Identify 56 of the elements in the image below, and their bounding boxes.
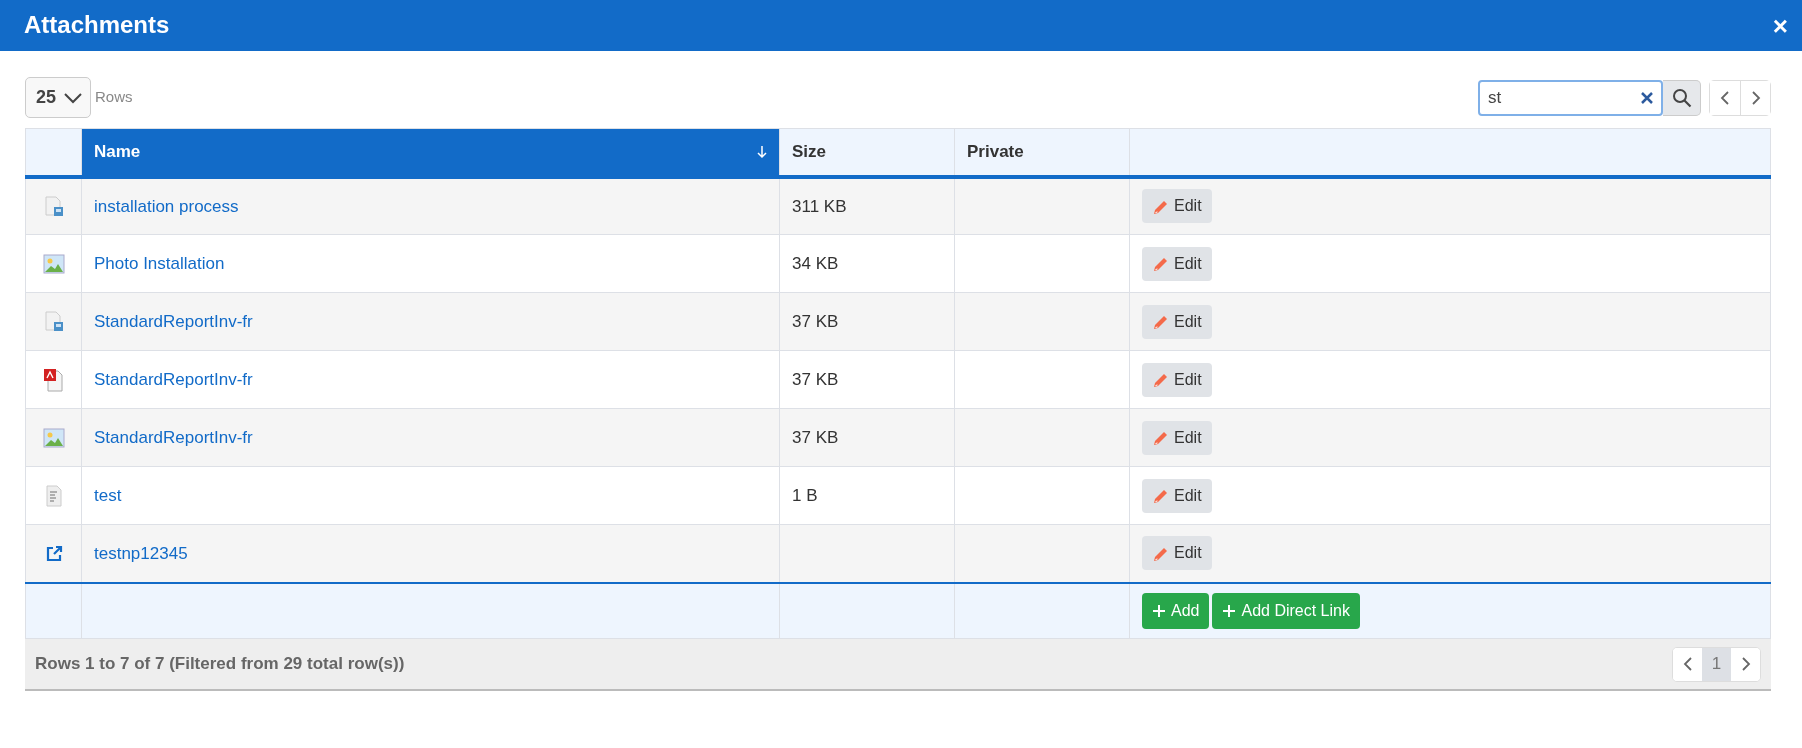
size-text: 311 KB [792, 196, 847, 216]
edit-button[interactable]: Edit [1142, 362, 1212, 397]
file-icon [42, 311, 65, 334]
size-text: 1 B [792, 485, 818, 505]
size-text: 37 KB [792, 427, 839, 447]
file-link[interactable]: StandardReportInv-fr [94, 311, 253, 331]
close-button[interactable]: × [1772, 12, 1788, 39]
chevron-right-icon [1740, 656, 1751, 672]
text-file-icon [44, 485, 63, 508]
edit-button[interactable]: Edit [1142, 536, 1212, 571]
pencil-icon [1152, 313, 1169, 330]
file-icon [42, 196, 65, 218]
file-link[interactable]: StandardReportInv-fr [94, 427, 253, 447]
add-button[interactable]: Add [1142, 592, 1210, 629]
file-link[interactable]: test [94, 485, 122, 505]
pencil-icon [1152, 487, 1169, 504]
external-link-icon [44, 545, 63, 563]
chevron-left-icon [1720, 89, 1730, 106]
column-header[interactable]: Name [81, 128, 780, 177]
column-header[interactable]: Size [779, 128, 955, 177]
size-text: 34 KB [792, 253, 839, 273]
chevron-left-icon [1682, 656, 1693, 672]
file-link[interactable]: StandardReportInv-fr [94, 369, 253, 389]
page-button[interactable]: 1 [1702, 647, 1731, 681]
sort-down-icon [757, 144, 767, 159]
pencil-icon [1152, 371, 1169, 388]
chevron-down-icon [64, 91, 83, 104]
file-link[interactable]: Photo Installation [94, 253, 225, 273]
next-button[interactable] [1740, 80, 1770, 115]
plus-icon [1222, 603, 1237, 618]
edit-button[interactable]: Edit [1142, 246, 1212, 281]
edit-button[interactable]: Edit [1142, 420, 1212, 455]
edit-button[interactable]: Edit [1142, 189, 1212, 224]
rows-label: Rows [95, 87, 133, 108]
edit-button[interactable]: Edit [1142, 478, 1212, 513]
chevron-right-icon [1750, 89, 1761, 106]
pdf-file-icon [42, 368, 65, 393]
pencil-icon [1152, 255, 1169, 272]
row-summary: Rows 1 to 7 of 7 (Filtered from 29 total row(s)) [35, 653, 405, 676]
search-icon [1671, 87, 1692, 108]
search-field[interactable]: st [1478, 79, 1663, 116]
column-header[interactable]: Private [954, 128, 1130, 177]
file-link[interactable]: installation process [94, 196, 239, 216]
image-file-icon [42, 254, 65, 275]
search-button[interactable] [1663, 79, 1701, 116]
clear-icon [1641, 91, 1653, 104]
dialog-title: Attachments [24, 11, 170, 40]
image-file-icon [42, 428, 65, 449]
plus-icon [1152, 603, 1166, 618]
pencil-icon [1152, 429, 1169, 446]
size-text: 37 KB [792, 311, 839, 331]
add-link-button[interactable]: Add Direct Link [1212, 592, 1360, 629]
edit-button[interactable]: Edit [1142, 304, 1212, 339]
file-link[interactable]: testnp12345 [94, 543, 188, 563]
size-text: 37 KB [792, 369, 839, 389]
page-size-select[interactable]: 25 [25, 77, 92, 118]
